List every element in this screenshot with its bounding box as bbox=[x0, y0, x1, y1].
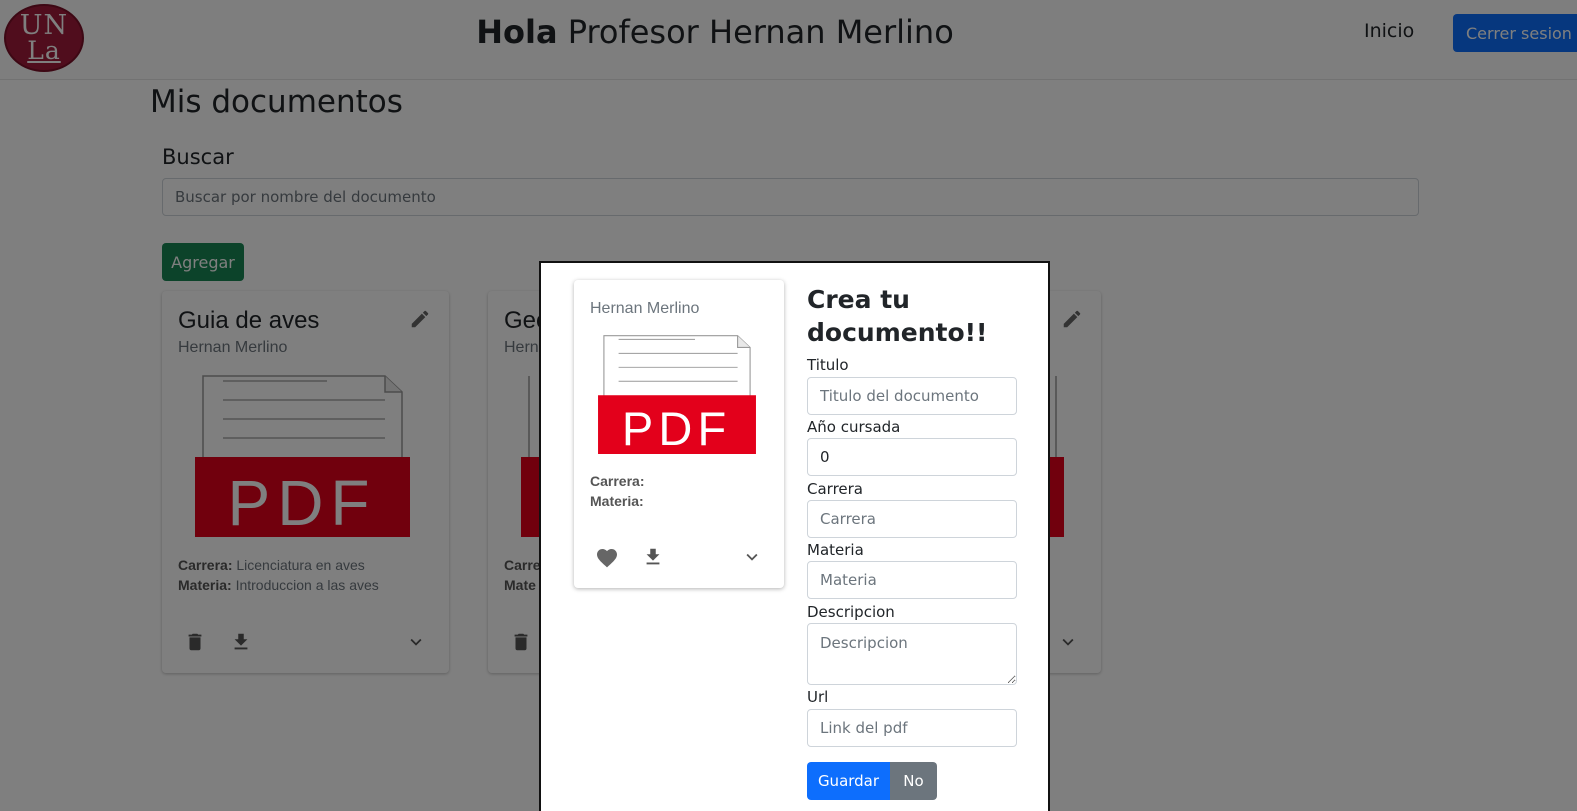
cancel-button[interactable]: No bbox=[890, 762, 937, 800]
description-textarea[interactable] bbox=[807, 623, 1017, 685]
preview-info: Carrera: Materia: bbox=[590, 471, 644, 511]
career-label: Carrera bbox=[807, 480, 863, 498]
pdf-text: PDF bbox=[622, 402, 731, 454]
pdf-file-icon: PDF bbox=[598, 335, 756, 454]
download-icon[interactable] bbox=[642, 546, 664, 568]
create-document-modal: Hernan Merlino PDF Carrera: Materia: Cre… bbox=[539, 261, 1050, 811]
url-label: Url bbox=[807, 688, 829, 706]
url-input[interactable] bbox=[807, 709, 1017, 747]
subject-label: Materia: bbox=[590, 493, 644, 509]
save-button[interactable]: Guardar bbox=[807, 762, 890, 800]
subject-input[interactable] bbox=[807, 561, 1017, 599]
preview-author: Hernan Merlino bbox=[590, 300, 700, 317]
subject-label: Materia bbox=[807, 541, 864, 559]
title-input[interactable] bbox=[807, 377, 1017, 415]
career-input[interactable] bbox=[807, 500, 1017, 538]
modal-heading: Crea tu documento!! bbox=[807, 285, 988, 347]
chevron-down-icon[interactable] bbox=[741, 546, 763, 568]
title-label: Titulo bbox=[807, 356, 849, 374]
description-label: Descripcion bbox=[807, 603, 895, 621]
heart-icon[interactable] bbox=[595, 546, 619, 570]
document-preview-card: Hernan Merlino PDF Carrera: Materia: bbox=[574, 280, 784, 588]
year-label: Año cursada bbox=[807, 418, 901, 436]
year-input[interactable] bbox=[807, 438, 1017, 476]
career-label: Carrera: bbox=[590, 473, 645, 489]
